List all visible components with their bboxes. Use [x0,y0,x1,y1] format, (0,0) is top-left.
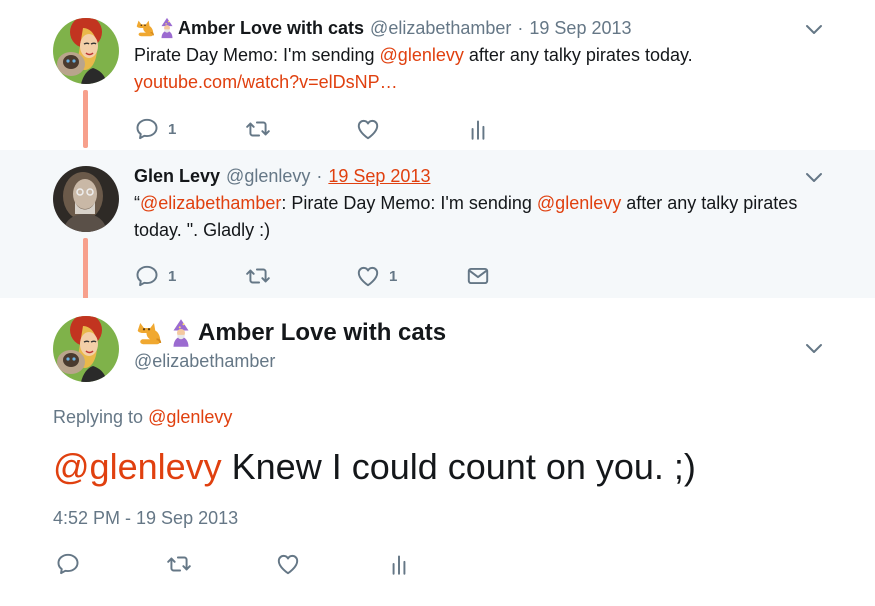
display-name[interactable]: Amber Love with cats [198,319,446,347]
avatar-amber[interactable] [53,18,119,84]
separator: · [517,17,524,38]
chevron-down-icon[interactable] [805,343,823,355]
retweet-icon [245,116,271,142]
reply-button[interactable] [55,551,81,577]
mention-link[interactable]: @glenlevy [380,45,464,65]
reply-icon [55,551,81,577]
tweet-text: “@elizabethamber: Pirate Day Memo: I'm s… [134,190,804,244]
tweet-date[interactable]: 19 Sep 2013 [529,18,631,39]
tweet-glen-reply[interactable]: Glen Levy @glenlevy · 19 Sep 2013 “@eliz… [0,150,875,308]
like-icon [355,116,381,142]
reply-count: 1 [168,267,177,285]
text-segment: Knew I could count on you. ;) [221,446,696,487]
chevron-down-icon[interactable] [805,172,823,184]
like-button[interactable] [355,116,381,142]
chevron-down-icon[interactable] [805,24,823,36]
tweet-amber-memo[interactable]: Amber Love with cats @elizabethamber · 1… [0,0,875,150]
tweet-header: Glen Levy @glenlevy · 19 Sep 2013 [134,166,430,187]
like-button[interactable]: 1 [355,263,397,289]
tweet-focused: Amber Love with cats @elizabethamber Rep… [0,298,875,606]
cat-emoji-icon [134,17,156,39]
analytics-icon [386,551,412,577]
display-name[interactable]: Glen Levy [134,166,220,187]
thread-connector [83,90,88,148]
retweet-button[interactable] [166,551,192,577]
text-segment: Pirate Day Memo: I'm sending [134,45,380,65]
reply-button[interactable]: 1 [134,263,176,289]
handle[interactable]: @elizabethamber [370,18,511,39]
avatar-glen[interactable] [53,166,119,232]
handle[interactable]: @glenlevy [226,166,310,187]
reply-icon [134,116,160,142]
display-name[interactable]: Amber Love with cats [178,18,364,39]
text-segment: after any talky pirates today. [463,45,693,65]
retweet-icon [245,263,271,289]
timestamp[interactable]: 4:52 PM - 19 Sep 2013 [53,508,238,529]
reply-button[interactable]: 1 [134,116,176,142]
retweet-icon [166,551,192,577]
like-icon [275,551,301,577]
mention-link[interactable]: @glenlevy [537,193,621,213]
tweet-header: Amber Love with cats @elizabethamber · 1… [134,17,632,39]
text-segment: : Pirate Day Memo: I'm sending [281,193,537,213]
focused-display-name[interactable]: Amber Love with cats [134,318,446,348]
tweet-text: Pirate Day Memo: I'm sending @glenlevy a… [134,42,814,96]
retweet-button[interactable] [245,263,271,289]
dm-icon [465,263,491,289]
focused-tweet-text: @glenlevy Knew I could count on you. ;) [53,446,696,488]
replying-label: Replying to [53,407,149,427]
avatar-amber[interactable] [53,316,119,382]
replying-to-link[interactable]: @glenlevy [148,407,232,427]
url-link[interactable]: youtube.com/watch?v=elDsNP… [134,72,398,92]
replying-to: Replying to @glenlevy [53,407,232,428]
analytics-icon [465,116,491,142]
cat-emoji-icon [134,318,164,348]
like-button[interactable] [275,551,301,577]
like-count: 1 [389,267,398,285]
mage-emoji-icon [156,17,178,39]
like-icon [355,263,381,289]
mention-link[interactable]: @glenlevy [53,446,222,487]
tweet-date[interactable]: 19 Sep 2013 [328,166,430,187]
retweet-button[interactable] [245,116,271,142]
direct-message-button[interactable] [465,263,491,289]
reply-count: 1 [168,120,177,138]
mage-emoji-icon [166,318,196,348]
separator: · [316,166,323,186]
analytics-button[interactable] [465,116,491,142]
reply-icon [134,263,160,289]
handle[interactable]: @elizabethamber [134,351,275,372]
analytics-button[interactable] [386,551,412,577]
mention-link[interactable]: @elizabethamber [140,193,281,213]
